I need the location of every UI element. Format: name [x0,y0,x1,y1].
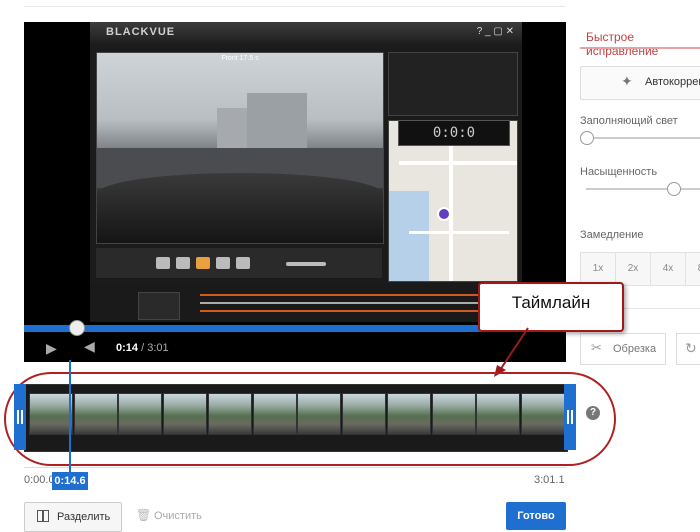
timeline-thumbnail [431,393,476,435]
help-icon[interactable]: ? [586,406,600,420]
split-button[interactable]: Разделить [24,502,122,532]
timeline-thumbnail [118,393,163,435]
timeline-thumbnail [521,393,565,435]
split-icon [37,510,49,522]
timeline-thumbnail [29,393,73,435]
trash-icon: 🗑 [136,508,152,522]
timeline-strip[interactable] [24,384,568,452]
timeline-thumbnail [342,393,387,435]
timeline-thumbnail [386,393,431,435]
clear-button[interactable]: 🗑 Очистить [126,502,216,530]
timeline-right-handle[interactable] [564,384,576,450]
timeline-thumbnail [207,393,252,435]
timeline-thumbnail [163,393,208,435]
done-button[interactable]: Готово [506,502,566,530]
split-label: Разделить [57,511,111,523]
timeline-thumbnail [297,393,342,435]
timeline-thumbnail [252,393,297,435]
clear-label: Очистить [154,510,202,522]
timeline-thumbnail [73,393,118,435]
timeline-start-time: 0:00.0 [24,474,55,486]
playhead-time-badge: 0:14.6 [52,472,88,490]
playhead[interactable] [69,360,71,472]
timeline-end-time: 3:01.1 [534,474,565,486]
timeline-left-handle[interactable] [14,384,26,450]
timeline-thumbnail [476,393,521,435]
timeline-scale [24,467,566,468]
